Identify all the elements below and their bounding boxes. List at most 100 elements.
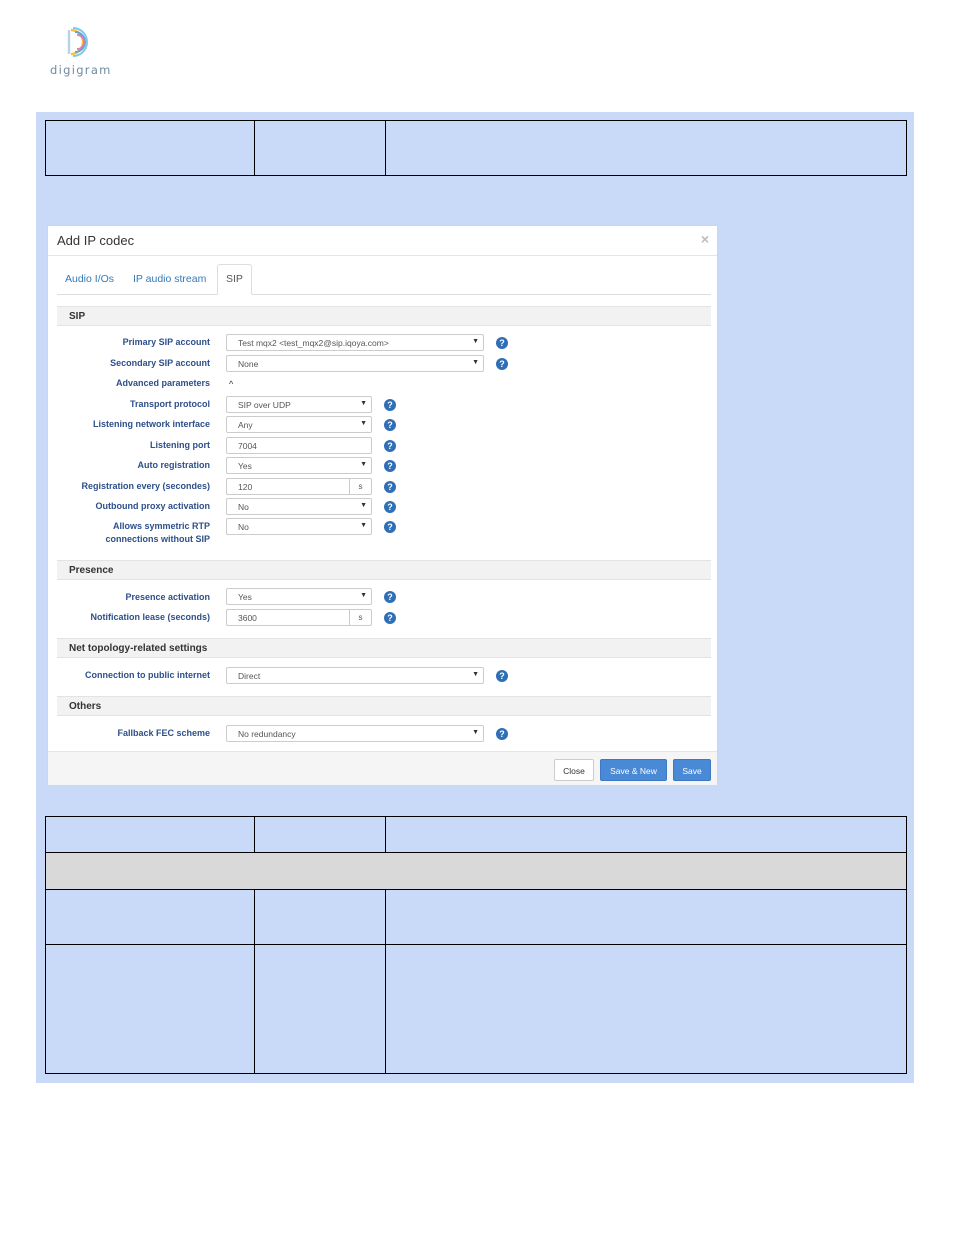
help-icon[interactable]: ? [384, 419, 396, 431]
secondary-sip-value: None [238, 359, 259, 369]
listening-port-value: 7004 [238, 441, 257, 451]
table-row [45, 816, 907, 853]
table-cell [45, 852, 907, 890]
listening-interface-select[interactable]: Any ▼ [226, 416, 372, 433]
presence-activation-select[interactable]: Yes ▼ [226, 588, 372, 605]
notification-lease-input[interactable]: 3600 [226, 609, 350, 626]
table-cell [385, 944, 907, 1074]
outbound-proxy-value: No [238, 502, 249, 512]
table-row [45, 944, 907, 1074]
help-icon[interactable]: ? [384, 521, 396, 533]
table-cell [385, 816, 907, 853]
notification-lease-value: 3600 [238, 613, 257, 623]
logo-mark-icon [67, 27, 88, 57]
registration-every-label: Registration every (secondes) [81, 481, 210, 491]
section-net-topology-header: Net topology-related settings [57, 638, 711, 658]
chevron-down-icon: ▼ [360, 400, 367, 407]
table-cell [45, 889, 255, 945]
listening-interface-label: Listening network interface [92, 419, 210, 429]
table-row [45, 889, 907, 945]
chevron-down-icon: ▼ [360, 592, 367, 599]
logo-text: digigram [50, 63, 112, 77]
chevron-down-icon: ▼ [360, 420, 367, 427]
fallback-fec-select[interactable]: No redundancy ▼ [226, 725, 484, 742]
digigram-logo: digigram [50, 26, 120, 78]
notification-lease-label: Notification lease (seconds) [90, 612, 210, 622]
registration-every-input[interactable]: 120 [226, 478, 350, 495]
fallback-fec-label: Fallback FEC scheme [117, 728, 210, 738]
public-internet-label: Connection to public internet [85, 670, 210, 680]
help-icon[interactable]: ? [384, 481, 396, 493]
primary-sip-value: Test mqx2 <test_mqx2@sip.iqoya.com> [238, 338, 389, 348]
chevron-down-icon: ▼ [472, 338, 479, 345]
primary-sip-select[interactable]: Test mqx2 <test_mqx2@sip.iqoya.com> ▼ [226, 334, 484, 351]
transport-protocol-select[interactable]: SIP over UDP ▼ [226, 396, 372, 413]
fallback-fec-value: No redundancy [238, 729, 296, 739]
unit-addon: s [349, 609, 372, 626]
close-icon[interactable]: × [701, 231, 709, 247]
chevron-down-icon: ▼ [472, 671, 479, 678]
public-internet-select[interactable]: Direct ▼ [226, 667, 484, 684]
tab-audio-ios[interactable]: Audio I/Os [65, 273, 114, 285]
table-cell [385, 889, 907, 945]
listening-port-label: Listening port [150, 440, 210, 450]
top-table [45, 120, 907, 176]
primary-sip-label: Primary SIP account [122, 337, 210, 347]
save-button[interactable]: Save [673, 759, 711, 781]
outbound-proxy-label: Outbound proxy activation [95, 501, 210, 511]
auto-registration-select[interactable]: Yes ▼ [226, 457, 372, 474]
symmetric-rtp-value: No [238, 522, 249, 532]
table-cell [254, 889, 386, 945]
listening-interface-value: Any [238, 420, 253, 430]
transport-protocol-label: Transport protocol [129, 399, 210, 409]
unit-addon: s [349, 478, 372, 495]
table-cell [45, 944, 255, 1074]
secondary-sip-select[interactable]: None ▼ [226, 355, 484, 372]
auto-registration-value: Yes [238, 461, 252, 471]
chevron-down-icon: ▼ [360, 502, 367, 509]
table-row [45, 120, 907, 176]
bottom-table [45, 816, 907, 1074]
help-icon[interactable]: ? [496, 670, 508, 682]
outbound-proxy-select[interactable]: No ▼ [226, 498, 372, 515]
symmetric-rtp-label-line1: Allows symmetric RTP [112, 521, 210, 531]
save-and-new-button[interactable]: Save & New [600, 759, 667, 781]
tab-ip-audio-stream[interactable]: IP audio stream [133, 273, 206, 285]
secondary-sip-label: Secondary SIP account [110, 358, 210, 368]
help-icon[interactable]: ? [496, 728, 508, 740]
chevron-up-icon[interactable]: ^ [229, 379, 233, 389]
help-icon[interactable]: ? [384, 440, 396, 452]
help-icon[interactable]: ? [384, 501, 396, 513]
transport-protocol-value: SIP over UDP [238, 400, 291, 410]
listening-port-input[interactable]: 7004 [226, 437, 372, 454]
table-cell [254, 944, 386, 1074]
tab-sip[interactable]: SIP [217, 264, 252, 295]
section-presence-header: Presence [57, 560, 711, 580]
table-cell [385, 120, 907, 176]
tab-bar: Audio I/Os IP audio stream SIP [57, 264, 711, 295]
document-panel: Add IP codec × Audio I/Os IP audio strea… [36, 112, 914, 1083]
help-icon[interactable]: ? [384, 591, 396, 603]
help-icon[interactable]: ? [496, 358, 508, 370]
help-icon[interactable]: ? [384, 612, 396, 624]
presence-activation-label: Presence activation [125, 592, 210, 602]
section-sip-header: SIP [57, 306, 711, 326]
auto-registration-label: Auto registration [137, 460, 210, 470]
chevron-down-icon: ▼ [472, 359, 479, 366]
dialog-footer: Close Save & New Save [48, 751, 717, 785]
table-row [45, 852, 907, 890]
add-ip-codec-dialog: Add IP codec × Audio I/Os IP audio strea… [47, 225, 718, 785]
public-internet-value: Direct [238, 671, 261, 681]
help-icon[interactable]: ? [496, 337, 508, 349]
chevron-down-icon: ▼ [360, 522, 367, 529]
help-icon[interactable]: ? [384, 460, 396, 472]
table-cell [254, 816, 386, 853]
close-button[interactable]: Close [554, 759, 594, 781]
help-icon[interactable]: ? [384, 399, 396, 411]
dialog-title: Add IP codec [57, 233, 135, 248]
symmetric-rtp-label-line2: connections without SIP [105, 534, 210, 544]
symmetric-rtp-select[interactable]: No ▼ [226, 518, 372, 535]
table-cell [45, 120, 255, 176]
section-others-header: Others [57, 696, 711, 716]
registration-every-value: 120 [238, 482, 253, 492]
